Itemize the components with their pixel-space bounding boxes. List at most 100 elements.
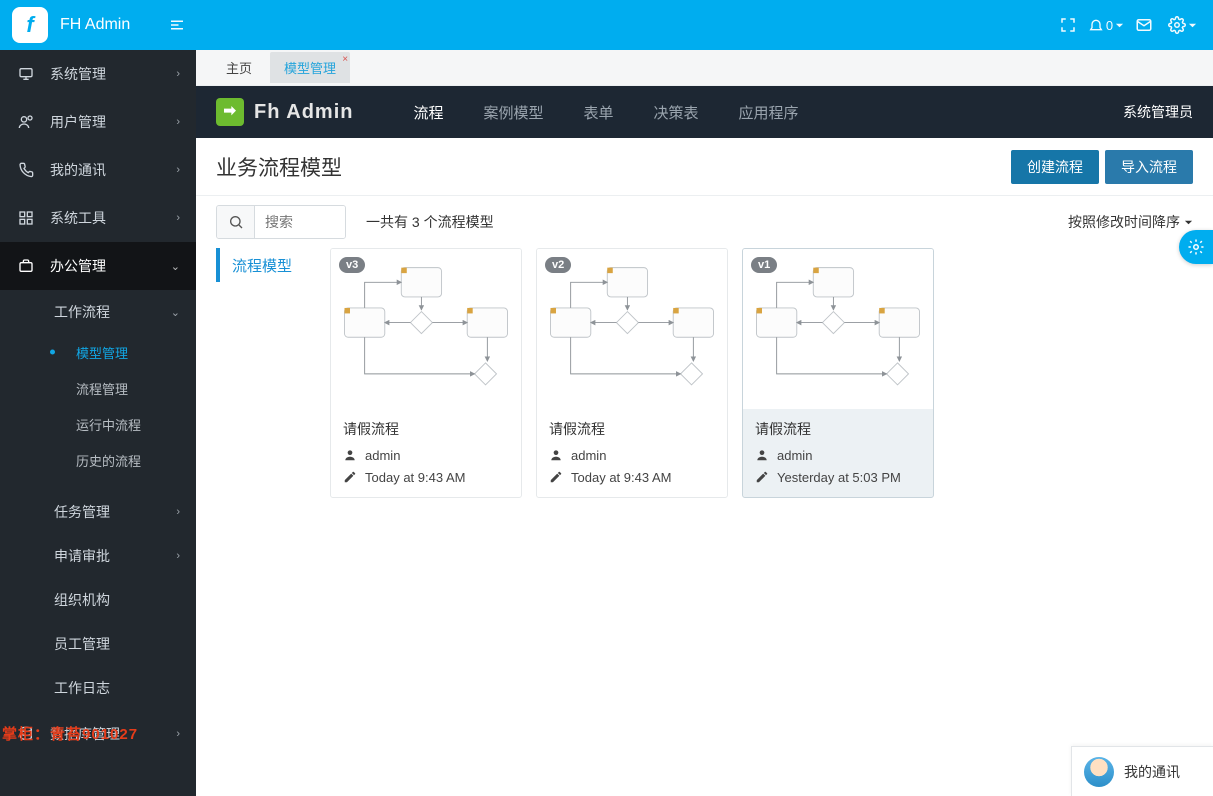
sidebar-item-工作日志[interactable]: 工作日志	[0, 666, 196, 710]
sidebar-item-用户管理[interactable]: 用户管理›	[0, 98, 196, 146]
sidebar-item-员工管理[interactable]: 员工管理	[0, 622, 196, 666]
chevron-right-icon: ›	[176, 164, 180, 176]
tab-主页[interactable]: 主页	[212, 52, 266, 83]
top-header: f FH Admin 0	[0, 0, 1213, 50]
chat-popup[interactable]: 我的通讯	[1071, 746, 1213, 796]
card-body: 请假流程 admin Today at 9:43 AM	[537, 409, 727, 497]
chevron-right-icon: ›	[176, 506, 180, 518]
version-badge: v1	[751, 257, 777, 273]
sidebar-item-办公管理[interactable]: 办公管理⌄	[0, 242, 196, 290]
notifications-icon[interactable]: 0	[1087, 6, 1125, 44]
sidebar-item-申请审批[interactable]: 申请审批›	[0, 534, 196, 578]
user-icon	[549, 447, 563, 463]
card-time: Today at 9:43 AM	[365, 470, 465, 485]
menu-toggle-icon[interactable]	[158, 6, 196, 44]
mail-icon[interactable]	[1125, 6, 1163, 44]
search-group	[216, 205, 346, 239]
card-body: 请假流程 admin Yesterday at 5:03 PM	[743, 409, 933, 497]
user-icon	[16, 114, 36, 130]
sidebar-item-模型管理[interactable]: 模型管理	[0, 334, 196, 370]
sidebar-item-工作流程[interactable]: 工作流程⌄	[0, 290, 196, 334]
cards-container: v3 请假流程 admin Today at 9:43 AM	[330, 248, 934, 498]
sidebar: 系统管理›用户管理›我的通讯›系统工具›办公管理⌄工作流程⌄模型管理流程管理运行…	[0, 50, 196, 796]
sort-dropdown[interactable]: 按照修改时间降序	[1068, 212, 1193, 232]
card-thumbnail: v3	[331, 249, 521, 409]
sort-label: 按照修改时间降序	[1068, 212, 1180, 232]
create-process-button[interactable]: 创建流程	[1011, 150, 1099, 184]
nav-item-应用程序[interactable]: 应用程序	[739, 86, 799, 138]
count-text: 一共有 3 个流程模型	[366, 212, 494, 232]
grid-icon	[16, 210, 36, 226]
card-title: 请假流程	[549, 419, 715, 439]
brand-title: FH Admin	[60, 16, 130, 34]
card-time: Yesterday at 5:03 PM	[777, 470, 901, 485]
chevron-down-icon: ⌄	[171, 306, 180, 319]
tab-模型管理[interactable]: 模型管理×	[270, 52, 350, 83]
chevron-right-icon: ›	[176, 550, 180, 562]
search-button[interactable]	[217, 206, 255, 238]
user-icon	[755, 447, 769, 463]
chevron-down-icon: ⌄	[171, 260, 180, 273]
sidebar-item-组织机构[interactable]: 组织机构	[0, 578, 196, 622]
version-badge: v3	[339, 257, 365, 273]
import-process-button[interactable]: 导入流程	[1105, 150, 1193, 184]
briefcase-icon	[16, 258, 36, 274]
user-icon	[343, 447, 357, 463]
chevron-right-icon: ›	[176, 68, 180, 80]
sidebar-item-系统管理[interactable]: 系统管理›	[0, 50, 196, 98]
card-thumbnail: v1	[743, 249, 933, 409]
page-title: 业务流程模型	[216, 152, 342, 182]
nav-item-流程[interactable]: 流程	[413, 86, 443, 138]
floating-settings-icon[interactable]	[1179, 230, 1213, 264]
bell-count: 0	[1106, 18, 1113, 33]
phone-icon	[16, 162, 36, 178]
chat-label: 我的通讯	[1124, 762, 1180, 782]
edit-icon	[755, 469, 769, 485]
inner-navbar: Fh Admin 流程案例模型表单决策表应用程序 系统管理员	[196, 86, 1213, 138]
settings-icon[interactable]	[1163, 6, 1201, 44]
sidebar-item-运行中流程[interactable]: 运行中流程	[0, 406, 196, 442]
content-row: 流程模型 v3 请假流程 admin Today at 9:43	[196, 248, 1213, 518]
sidebar-item-历史的流程[interactable]: 历史的流程	[0, 442, 196, 478]
chevron-right-icon: ›	[176, 116, 180, 128]
card-author: admin	[777, 448, 812, 463]
version-badge: v2	[545, 257, 571, 273]
toolbar-row: 一共有 3 个流程模型 按照修改时间降序	[196, 196, 1213, 248]
process-card[interactable]: v3 请假流程 admin Today at 9:43 AM	[330, 248, 522, 498]
brand-logo: f	[12, 7, 48, 43]
avatar	[1084, 757, 1114, 787]
edit-icon	[549, 469, 563, 485]
watermark-text: 掌柜：青苔901027	[2, 723, 138, 744]
card-body: 请假流程 admin Today at 9:43 AM	[331, 409, 521, 497]
edit-icon	[343, 469, 357, 485]
sidebar-item-任务管理[interactable]: 任务管理›	[0, 490, 196, 534]
card-time: Today at 9:43 AM	[571, 470, 671, 485]
nav-item-表单[interactable]: 表单	[584, 86, 614, 138]
card-title: 请假流程	[755, 419, 921, 439]
inner-brand: Fh Admin	[254, 101, 353, 124]
sidebar-item-流程管理[interactable]: 流程管理	[0, 370, 196, 406]
close-icon[interactable]: ×	[342, 54, 348, 65]
card-thumbnail: v2	[537, 249, 727, 409]
sidebar-item-系统工具[interactable]: 系统工具›	[0, 194, 196, 242]
chevron-right-icon: ›	[176, 212, 180, 224]
sidebar-item-我的通讯[interactable]: 我的通讯›	[0, 146, 196, 194]
card-author: admin	[365, 448, 400, 463]
title-row: 业务流程模型 创建流程 导入流程	[196, 138, 1213, 196]
page-tabs: 主页模型管理×	[196, 50, 1213, 86]
inner-nav-user[interactable]: 系统管理员	[1123, 102, 1193, 122]
card-author: admin	[571, 448, 606, 463]
search-input[interactable]	[255, 206, 345, 238]
active-bullet-icon	[50, 350, 55, 355]
monitor-icon	[16, 66, 36, 82]
process-card[interactable]: v2 请假流程 admin Today at 9:43 AM	[536, 248, 728, 498]
nav-item-案例模型[interactable]: 案例模型	[483, 86, 543, 138]
chevron-right-icon: ›	[176, 728, 180, 740]
mini-tab-process-model[interactable]: 流程模型	[216, 248, 316, 282]
fullscreen-icon[interactable]	[1049, 6, 1087, 44]
inner-logo	[216, 98, 244, 126]
nav-item-决策表[interactable]: 决策表	[654, 86, 699, 138]
card-title: 请假流程	[343, 419, 509, 439]
main-content: 主页模型管理× Fh Admin 流程案例模型表单决策表应用程序 系统管理员 业…	[196, 50, 1213, 796]
process-card[interactable]: v1 请假流程 admin Yesterday at 5:03 PM	[742, 248, 934, 498]
